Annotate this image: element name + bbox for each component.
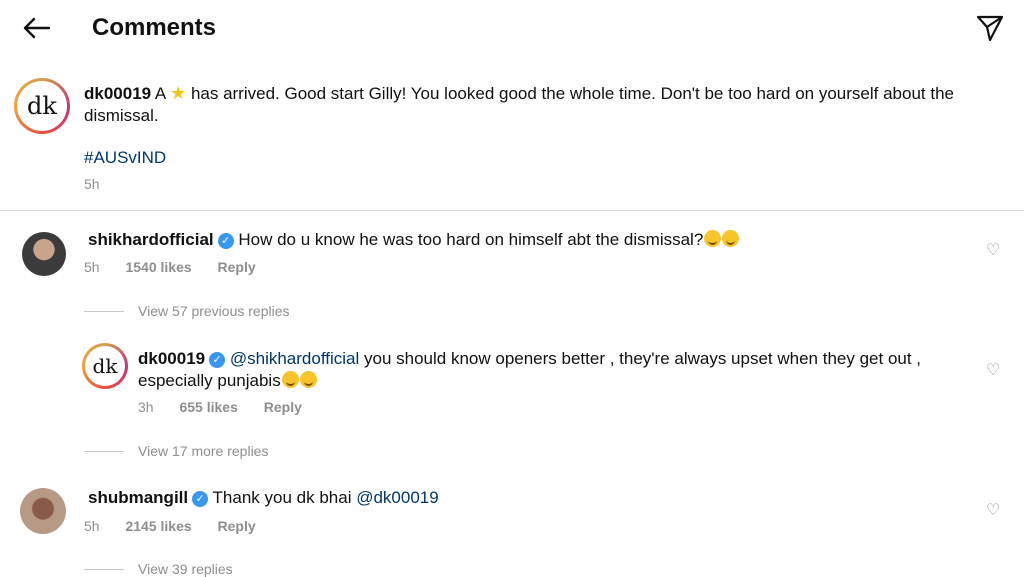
verified-icon: ✓ [217, 233, 234, 249]
likes-count[interactable]: 1540 likes [125, 259, 191, 275]
reply-meta: 3h 655 likes Reply [138, 399, 302, 415]
reply-username[interactable]: dk00019 [138, 349, 205, 368]
caption-avatar[interactable]: dk [14, 78, 70, 134]
arrow-left-icon [23, 17, 51, 39]
verified-icon: ✓ [192, 491, 209, 507]
reply-text: dk00019 ✓ @shikhardofficial you should kn… [138, 348, 958, 392]
likes-count[interactable]: 655 likes [179, 399, 237, 415]
comment-text: shubmangill ✓ Thank you dk bhai @dk00019 [88, 487, 968, 509]
comment-time: 5h [84, 259, 100, 275]
back-button[interactable] [20, 14, 52, 42]
like-heart-icon[interactable]: ♡ [986, 240, 1000, 260]
page-title: Comments [92, 14, 217, 41]
comment-meta: 5h 1540 likes Reply [84, 259, 256, 275]
avatar-text: dk [17, 81, 67, 131]
comment-body: How do u know he was too hard on himself… [238, 230, 704, 249]
divider [84, 569, 124, 570]
mention-link[interactable]: @shikhardofficial [230, 349, 359, 368]
reply-avatar[interactable]: dk [82, 343, 128, 389]
view-replies-button[interactable]: View 57 previous replies [138, 303, 290, 319]
comment-text: shikhardofficial ✓ How do u know he was t… [88, 229, 968, 251]
star-icon: ★ [170, 83, 187, 103]
likes-count[interactable]: 2145 likes [125, 518, 191, 534]
caption-text: dk00019 A ★ has arrived. Good start Gill… [84, 82, 994, 127]
comment-username[interactable]: shikhardofficial [88, 230, 214, 249]
caption-time: 5h [84, 176, 100, 192]
caption-text-rest: has arrived. Good start Gilly! You looke… [84, 84, 954, 125]
comment-body: Thank you dk bhai [212, 488, 352, 507]
reply-button[interactable]: Reply [264, 399, 302, 415]
divider [84, 451, 124, 452]
emoji-icon [704, 230, 722, 247]
avatar[interactable] [20, 488, 66, 534]
avatar[interactable] [22, 232, 66, 276]
hashtag-link[interactable]: #AUSvIND [84, 147, 166, 169]
mention-link[interactable]: @dk00019 [356, 488, 439, 507]
verified-icon: ✓ [209, 352, 226, 368]
comment-username[interactable]: shubmangill [88, 488, 188, 507]
caption-text-start: A [154, 84, 166, 103]
like-heart-icon[interactable]: ♡ [986, 500, 1000, 520]
share-button[interactable] [974, 12, 1006, 44]
reply-time: 3h [138, 399, 154, 415]
divider [84, 311, 124, 312]
comment-time: 5h [84, 518, 100, 534]
send-icon [976, 15, 1004, 42]
reply-button[interactable]: Reply [218, 259, 256, 275]
emoji-icon [281, 371, 299, 388]
divider [0, 210, 1024, 211]
caption-username[interactable]: dk00019 [84, 84, 151, 103]
reply-button[interactable]: Reply [218, 518, 256, 534]
comment-meta: 5h 2145 likes Reply [84, 518, 256, 534]
like-heart-icon[interactable]: ♡ [986, 360, 1000, 380]
avatar-text: dk [85, 346, 125, 386]
emoji-icon [722, 230, 740, 247]
view-replies-button[interactable]: View 39 replies [138, 561, 233, 577]
emoji-icon [299, 371, 317, 388]
view-replies-button[interactable]: View 17 more replies [138, 443, 268, 459]
